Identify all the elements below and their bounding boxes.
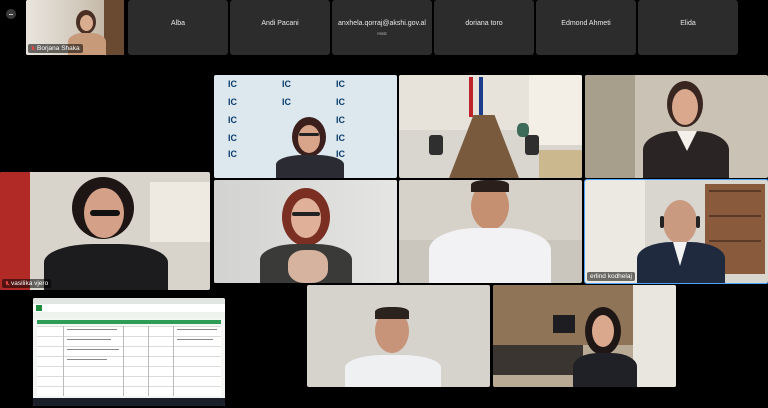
minimize-icon[interactable] xyxy=(6,9,16,19)
spreadsheet-logo-icon xyxy=(36,305,42,311)
self-view-tile[interactable]: Borjana Shaka xyxy=(26,0,124,55)
participant-name-label: vasilika vjero xyxy=(2,279,52,288)
participant-tile-host[interactable]: anxhela.qorraj@akshi.gov.al Host xyxy=(332,0,432,55)
participant-name: doriana toro xyxy=(465,20,503,27)
video-tile-conference-room[interactable] xyxy=(399,75,582,178)
participant-tile-doriana-toro[interactable]: doriana toro xyxy=(434,0,534,55)
video-tile-ic-speaker[interactable]: IC IC IC IC IC IC IC IC IC IC IC IC xyxy=(214,75,397,178)
video-tile-woman-office[interactable] xyxy=(493,285,676,387)
participant-tile-andi-pacani[interactable]: Andi Pacani xyxy=(230,0,330,55)
video-tile-headset-woman[interactable] xyxy=(214,180,397,283)
participant-name: Elida xyxy=(680,20,696,27)
participant-name: Edmond Ahmeti xyxy=(561,20,611,27)
muted-mic-icon xyxy=(31,45,35,52)
video-tile-man-white-shirt[interactable] xyxy=(399,180,582,283)
video-tile-participant-right[interactable] xyxy=(585,75,768,178)
participant-name: Alba xyxy=(170,20,185,27)
muted-mic-icon xyxy=(5,280,9,287)
participant-name: anxhela.qorraj@akshi.gov.al xyxy=(338,20,426,27)
shared-screen-tile[interactable] xyxy=(33,298,225,406)
video-tile-vasilika[interactable]: vasilika vjero xyxy=(0,172,210,290)
participant-name-label: erlind kodhelaj xyxy=(587,272,635,281)
participant-tile-alba[interactable]: Alba xyxy=(128,0,228,55)
taskbar xyxy=(33,398,225,406)
participant-name: Andi Pacani xyxy=(261,20,299,27)
video-tile-erlind[interactable]: erlind kodhelaj xyxy=(584,179,768,284)
host-badge: Host xyxy=(377,31,387,36)
video-tile-man-bottom[interactable] xyxy=(307,285,490,387)
participant-tile-elida[interactable]: Elida xyxy=(638,0,738,55)
participant-tile-edmond-ahmeti[interactable]: Edmond Ahmeti xyxy=(536,0,636,55)
self-view-name: Borjana Shaka xyxy=(28,44,83,53)
